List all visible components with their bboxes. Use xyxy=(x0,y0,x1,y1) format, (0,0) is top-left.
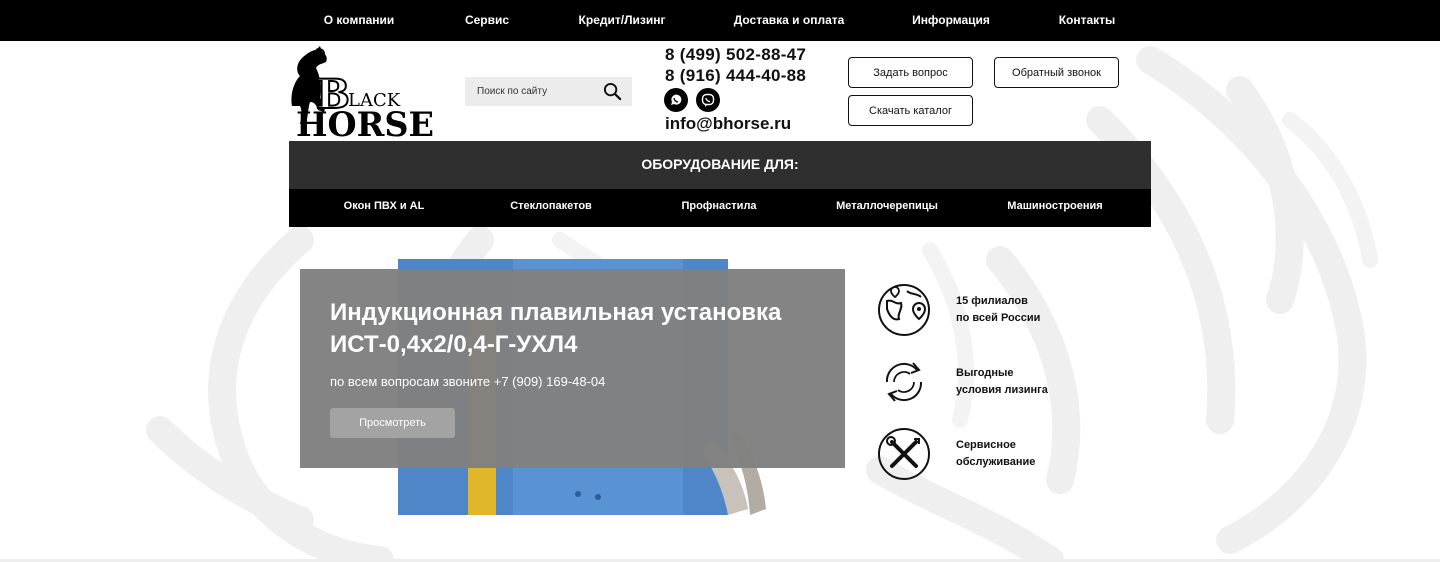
search-input[interactable] xyxy=(465,86,595,97)
feature-service-line2: обслуживание xyxy=(956,456,1036,468)
feature-branches-line1: 15 филиалов xyxy=(956,295,1028,307)
nav-information[interactable]: Информация xyxy=(912,0,990,41)
feature-service-line1: Сервисное xyxy=(956,439,1016,451)
nav-credit-leasing[interactable]: Кредит/Лизинг xyxy=(579,0,666,41)
view-button[interactable]: Просмотреть xyxy=(330,408,455,438)
callback-button[interactable]: Обратный звонок xyxy=(994,57,1119,88)
svg-text:HORSE: HORSE xyxy=(296,105,434,138)
equipment-heading: ОБОРУДОВАНИЕ ДЛЯ: xyxy=(289,141,1151,189)
feature-leasing-line1: Выгодные xyxy=(956,367,1014,379)
category-pvc-al-windows[interactable]: Окон ПВХ и AL xyxy=(344,189,425,227)
feature-leasing: Выгодные условия лизинга xyxy=(877,355,1086,409)
phone-2[interactable]: 8 (916) 444-40-88 xyxy=(665,65,806,86)
refresh-cycle-icon xyxy=(885,362,923,402)
nav-service[interactable]: Сервис xyxy=(465,0,509,41)
ask-question-button[interactable]: Задать вопрос xyxy=(848,57,973,88)
phone-numbers: 8 (499) 502-88-47 8 (916) 444-40-88 xyxy=(665,44,806,86)
search-icon[interactable] xyxy=(603,82,622,101)
download-catalog-button[interactable]: Скачать каталог xyxy=(848,95,973,126)
horse-logo-icon: B LACK HORSE xyxy=(291,46,434,145)
logo[interactable]: B LACK HORSE xyxy=(286,46,436,145)
viber-icon[interactable] xyxy=(696,88,720,112)
nav-delivery-payment[interactable]: Доставка и оплата xyxy=(734,0,845,41)
category-machine-building[interactable]: Машиностроения xyxy=(1007,189,1102,227)
nav-about[interactable]: О компании xyxy=(324,0,395,41)
category-profiled-sheet[interactable]: Профнастила xyxy=(681,189,756,227)
feature-branches: 15 филиалов по всей России xyxy=(877,283,1086,337)
tools-icon xyxy=(878,428,930,480)
top-navigation: О компании Сервис Кредит/Лизинг Доставка… xyxy=(0,0,1440,41)
nav-contacts[interactable]: Контакты xyxy=(1059,0,1116,41)
category-metal-tile[interactable]: Металлочерепицы xyxy=(836,189,938,227)
category-glass-units[interactable]: Стеклопакетов xyxy=(510,189,592,227)
hero-title: Индукционная плавильная установка ИСТ-0,… xyxy=(330,299,782,358)
feature-leasing-line2: условия лизинга xyxy=(956,384,1048,396)
email-link[interactable]: info@bhorse.ru xyxy=(665,114,791,134)
messenger-links xyxy=(664,88,720,112)
feature-branches-line2: по всей России xyxy=(956,312,1041,324)
equipment-categories: Окон ПВХ и AL Стеклопакетов Профнастила … xyxy=(289,189,1151,227)
phone-1[interactable]: 8 (499) 502-88-47 xyxy=(665,44,806,65)
hero-banner: Индукционная плавильная установка ИСТ-0,… xyxy=(300,269,845,468)
globe-pin-icon xyxy=(878,284,930,336)
site-search xyxy=(465,77,632,106)
equipment-menu: ОБОРУДОВАНИЕ ДЛЯ: Окон ПВХ и AL Стеклопа… xyxy=(289,141,1151,227)
hero-subtitle: по всем вопросам звоните +7 (909) 169-48… xyxy=(330,374,606,389)
whatsapp-icon[interactable] xyxy=(664,88,688,112)
feature-service: Сервисное обслуживание xyxy=(877,427,1086,481)
